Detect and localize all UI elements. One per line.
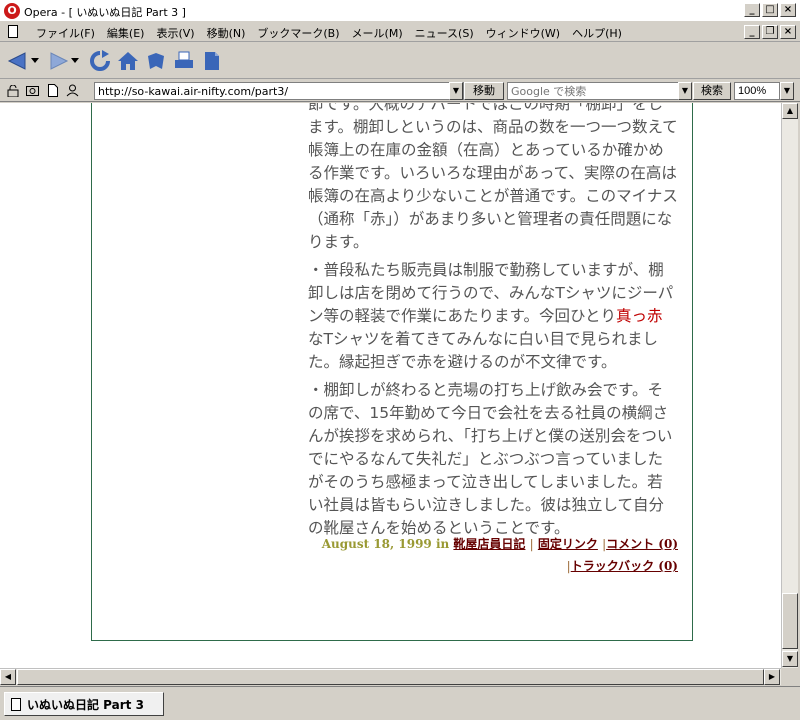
minimize-icon[interactable]: _	[744, 3, 760, 17]
comments-link[interactable]: コメント (0)	[606, 537, 678, 551]
doc-restore-icon[interactable]: ❐	[762, 25, 778, 39]
search-engine-dropdown-icon[interactable]: ▼	[678, 82, 692, 100]
trackback-link[interactable]: トラックバック (0)	[571, 559, 678, 573]
permalink-link[interactable]: 固定リンク	[538, 537, 598, 551]
forward-arrow-icon[interactable]	[46, 49, 70, 73]
forward-history-dropdown-icon[interactable]	[70, 49, 80, 73]
menu-window[interactable]: ウィンドウ(W)	[480, 25, 566, 41]
menu-edit[interactable]: 編集(E)	[101, 25, 151, 41]
category-link[interactable]: 靴屋店員日記	[453, 537, 525, 551]
security-lock-icon[interactable]	[6, 84, 19, 97]
back-arrow-icon[interactable]	[6, 49, 30, 73]
menu-help[interactable]: ヘルプ(H)	[566, 25, 628, 41]
close-icon[interactable]: ×	[780, 3, 796, 17]
post-paragraph: ・普段私たち販売員は制服で勤務していますが、棚卸しは店を閉めて行うので、みんなT…	[308, 259, 678, 374]
vertical-scrollbar[interactable]: ▲ ▼	[781, 103, 798, 668]
scroll-right-icon[interactable]: ▶	[764, 669, 780, 685]
document-icon[interactable]	[200, 49, 224, 73]
document-window-controls: _ ❐ ×	[744, 25, 796, 39]
post-footer: August 18, 1999 in 靴屋店員日記 | 固定リンク |コメント …	[298, 533, 678, 577]
back-history-dropdown-icon[interactable]	[30, 49, 40, 73]
menu-mail[interactable]: メール(M)	[346, 25, 409, 41]
window-title: Opera - [ いぬいぬ日記 Part 3 ]	[24, 6, 186, 19]
user-icon[interactable]	[66, 84, 79, 97]
post-paragraph: ・棚卸しが終わると売場の打ち上げ飲み会です。その席で、15年勤めて今日で会社を去…	[308, 381, 673, 537]
reload-icon[interactable]	[88, 49, 112, 73]
page-document-icon	[11, 697, 21, 711]
post-paragraph: 節です。大概のデパートではこの時期「棚卸」をします。棚卸しというのは、商品の数を…	[308, 103, 678, 251]
separator: |	[529, 537, 534, 551]
window-controls: _ □ ×	[744, 3, 796, 17]
hotlist-icon[interactable]	[144, 49, 168, 73]
navigation-toolbar	[0, 43, 800, 79]
horizontal-scroll-thumb[interactable]	[17, 669, 764, 685]
highlight-text: 真っ赤	[616, 307, 663, 325]
page-icon[interactable]	[46, 84, 59, 97]
page-viewport[interactable]: 節です。大概のデパートではこの時期「棚卸」をします。棚卸しというのは、商品の数を…	[0, 103, 781, 668]
zoom-dropdown-icon[interactable]: ▼	[780, 82, 794, 100]
menu-news[interactable]: ニュース(S)	[409, 25, 480, 41]
zoom-input[interactable]	[734, 82, 780, 100]
address-bar: ▼ 移動 ▼ 検索 ▼	[0, 80, 800, 102]
menu-view[interactable]: 表示(V)	[150, 25, 200, 41]
maximize-icon[interactable]: □	[762, 3, 778, 17]
image-icon[interactable]	[26, 84, 39, 97]
page-document-icon	[8, 25, 18, 38]
post-text: なTシャツを着てきてみんなに白い目で見られました。縁起担ぎで赤を避けるのが不文律…	[308, 330, 659, 371]
post-body: 節です。大概のデパートではこの時期「棚卸」をします。棚卸しというのは、商品の数を…	[308, 103, 678, 545]
scroll-down-icon[interactable]: ▼	[782, 651, 798, 667]
opera-logo-icon: O	[4, 3, 20, 19]
tab-label: いぬいぬ日記 Part 3	[27, 697, 144, 712]
scroll-left-icon[interactable]: ◀	[0, 669, 16, 685]
title-bar: O Opera - [ いぬいぬ日記 Part 3 ] _ □ ×	[0, 0, 800, 22]
home-icon[interactable]	[116, 49, 140, 73]
search-input[interactable]	[507, 82, 679, 100]
menu-file[interactable]: ファイル(F)	[30, 25, 101, 41]
address-dropdown-icon[interactable]: ▼	[449, 82, 463, 100]
search-button[interactable]: 検索	[693, 82, 731, 100]
menu-bar: ファイル(F) 編集(E) 表示(V) 移動(N) ブックマーク(B) メール(…	[0, 22, 800, 42]
address-input[interactable]	[94, 82, 464, 100]
content-frame: 節です。大概のデパートではこの時期「棚卸」をします。棚卸しというのは、商品の数を…	[91, 103, 693, 641]
horizontal-scrollbar[interactable]: ◀ ▶	[0, 668, 781, 685]
doc-close-icon[interactable]: ×	[780, 25, 796, 39]
print-icon[interactable]	[172, 49, 196, 73]
scroll-up-icon[interactable]: ▲	[782, 103, 798, 119]
post-date: August 18, 1999 in	[321, 537, 450, 551]
vertical-scroll-thumb[interactable]	[782, 593, 798, 649]
scrollbar-corner	[781, 668, 800, 685]
menu-items: ファイル(F) 編集(E) 表示(V) 移動(N) ブックマーク(B) メール(…	[30, 25, 628, 41]
menu-bookmarks[interactable]: ブックマーク(B)	[251, 25, 345, 41]
menu-navigation[interactable]: 移動(N)	[201, 25, 252, 41]
page-tab-bar: いぬいぬ日記 Part 3	[0, 686, 800, 720]
go-button[interactable]: 移動	[464, 82, 504, 100]
doc-minimize-icon[interactable]: _	[744, 25, 760, 39]
page-tab-active[interactable]: いぬいぬ日記 Part 3	[4, 692, 164, 716]
